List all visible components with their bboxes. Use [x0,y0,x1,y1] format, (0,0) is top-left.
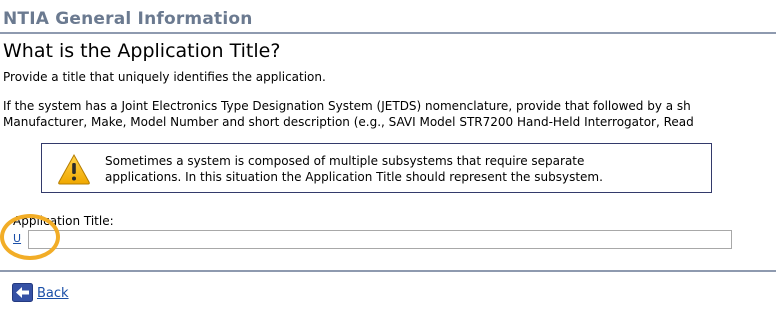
question-detail-line2: Manufacturer, Make, Model Number and sho… [3,115,694,129]
back-link[interactable]: Back [37,286,69,301]
notice-text: Sometimes a system is composed of multip… [105,153,603,185]
notice-box: Sometimes a system is composed of multip… [41,143,712,193]
warning-triangle-icon [58,153,90,185]
question-intro: Provide a title that uniquely identifies… [3,70,326,84]
arrow-left-icon[interactable] [12,283,33,302]
question-heading: What is the Application Title? [3,40,281,62]
notice-line2: applications. In this situation the Appl… [105,170,603,184]
section-header: NTIA General Information [0,0,776,34]
notice-line1: Sometimes a system is composed of multip… [105,154,585,168]
application-title-input[interactable] [28,230,732,249]
question-detail-line1: If the system has a Joint Electronics Ty… [3,99,691,113]
footer-divider [0,270,776,272]
u-link[interactable]: U [13,232,21,245]
application-title-label: Application Title: [13,214,114,228]
section-title: NTIA General Information [3,9,253,29]
